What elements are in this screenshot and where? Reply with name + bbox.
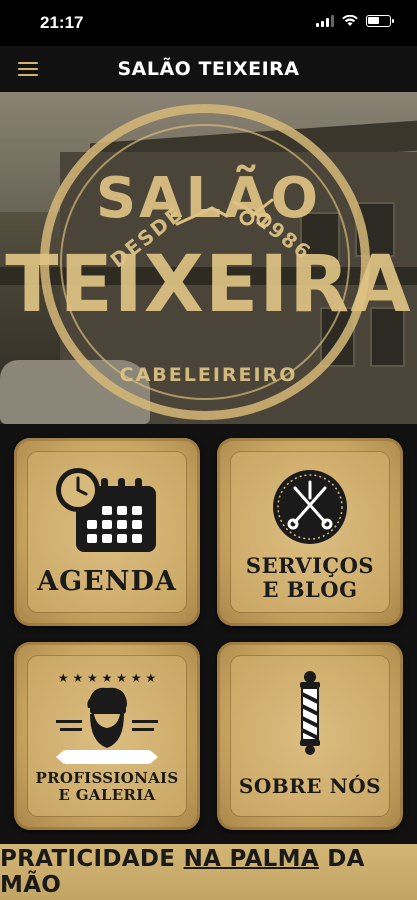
slogan-part1: PRATICIDADE (0, 846, 184, 872)
agenda-card-button[interactable]: AGENDA (14, 438, 200, 626)
svg-text:★ ★ ★ ★ ★ ★ ★: ★ ★ ★ ★ ★ ★ ★ (58, 671, 156, 685)
battery-icon (366, 15, 394, 27)
profissionais-galeria-card-button[interactable]: ★ ★ ★ ★ ★ ★ ★ PROFISSIONAIS E GALERIA (14, 642, 200, 830)
signal-icon (316, 15, 334, 27)
sobre-nos-label: SOBRE NÓS (238, 774, 382, 798)
status-time: 21:17 (40, 13, 84, 32)
status-bar: 21:17 (0, 0, 417, 46)
app-title: SALÃO TEIXEIRA (117, 58, 300, 80)
logo-cabeleireiro-text: CABELEIREIRO (119, 364, 298, 386)
slogan-part2: NA PALMA (183, 846, 319, 872)
servicos-label-line2: E BLOG (262, 577, 358, 602)
app-header: SALÃO TEIXEIRA (0, 46, 417, 92)
barber-pole-icon (300, 671, 320, 755)
servicos-blog-card-button[interactable]: SERVIÇOS E BLOG (217, 438, 403, 626)
profissionais-label-line2: E GALERIA (58, 786, 156, 804)
status-icons (316, 15, 394, 27)
bearded-man-icon: ★ ★ ★ ★ ★ ★ ★ (56, 671, 158, 764)
profissionais-label-line1: PROFISSIONAIS (35, 769, 179, 787)
hamburger-menu-icon[interactable] (18, 62, 38, 76)
sobre-nos-card-button[interactable]: SOBRE NÓS (217, 642, 403, 830)
wifi-icon (342, 15, 358, 26)
logo-salao-text: SALÃO (95, 166, 322, 231)
calendar-clock-icon (56, 468, 156, 552)
menu-grid: AGENDA SERVIÇOS E BLOG ★ ★ ★ ★ ★ ★ ★ PRO… (0, 424, 417, 844)
footer-slogan: PRATICIDADE NA PALMA DA MÃO (0, 844, 417, 900)
servicos-label-line1: SERVIÇOS (245, 553, 375, 578)
agenda-label: AGENDA (37, 566, 177, 597)
logo-teixeira-text: TEIXEIRA (5, 240, 412, 330)
barber-tools-badge-icon (273, 470, 347, 544)
